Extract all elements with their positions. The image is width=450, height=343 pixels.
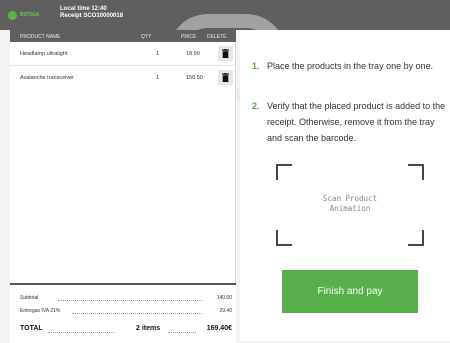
local-time: Local time 12:40 <box>60 6 107 12</box>
logo-mark <box>8 10 17 20</box>
item-name: Avalanche transceiver <box>20 75 75 81</box>
step-number: 2. <box>252 101 260 111</box>
column-qty: QTY <box>141 34 152 40</box>
store-logo: BOTIGA <box>8 9 48 21</box>
receipt-column-header: PRODUCT NAME QTY PRICE DELETE <box>10 30 236 42</box>
dotted-leader <box>72 313 202 314</box>
instruction-step: 2. Verify that the placed product is add… <box>252 98 448 162</box>
instructions-panel: 1. Place the products in the tray one by… <box>240 30 450 341</box>
receipt-number: Receipt SCO10000018 <box>60 13 124 19</box>
tax-label: Entregas IVA 21% <box>20 308 61 314</box>
dotted-leader <box>168 332 196 333</box>
subtotal-label: Subtotal <box>20 295 39 301</box>
subtotal-value: 140.00 <box>216 295 232 301</box>
total-line: TOTAL 2 items 169.40€ <box>20 325 232 335</box>
item-qty: 1 <box>156 75 160 81</box>
item-qty: 1 <box>156 51 160 57</box>
scan-placeholder-text: Scan Product Animation <box>276 194 424 214</box>
header-info: Local time 12:40 Receipt SCO10000018 <box>60 6 123 20</box>
total-count: 2 items <box>136 325 161 332</box>
item-price: 150.50 <box>186 75 203 81</box>
top-bar: BOTIGA Local time 12:40 Receipt SCO10000… <box>0 0 450 102</box>
finish-and-pay-button[interactable]: Finish and pay <box>282 270 418 313</box>
logo-text: BOTIGA <box>20 11 40 18</box>
receipt-summary: Subtotal 140.00 Entregas IVA 21% 29.40 T… <box>10 283 236 343</box>
list-item: Avalanche transceiver 1 150.50 <box>10 66 236 89</box>
frame-corner <box>276 164 292 180</box>
list-item: Headlamp ultralight 1 18.90 <box>10 42 236 65</box>
dotted-leader <box>58 300 202 301</box>
frame-corner <box>408 230 424 246</box>
trash-icon <box>222 73 229 82</box>
trash-icon <box>222 49 229 58</box>
instruction-step: 1. Place the products in the tray one by… <box>252 58 448 92</box>
total-value: 169.40€ <box>206 325 232 332</box>
column-price: PRICE <box>181 34 197 40</box>
step-text: Place the products in the tray one by on… <box>267 61 434 71</box>
tax-value: 29.40 <box>219 308 232 314</box>
frame-corner <box>408 164 424 180</box>
scan-text-line: Scan Product <box>322 194 378 203</box>
step-text: Verify that the placed product is added … <box>267 101 446 143</box>
item-price: 18.90 <box>186 51 200 57</box>
subtotal-line: Subtotal 140.00 <box>20 295 232 304</box>
tax-line: Entregas IVA 21% 29.40 <box>20 308 232 317</box>
step-number: 1. <box>252 61 260 71</box>
frame-corner <box>276 230 292 246</box>
scan-animation-frame: Scan Product Animation <box>276 164 424 246</box>
delete-item-button[interactable] <box>218 70 233 85</box>
item-name: Headlamp ultralight <box>20 51 68 57</box>
column-product-name: PRODUCT NAME <box>20 34 61 40</box>
delete-item-button[interactable] <box>218 46 233 61</box>
total-label: TOTAL <box>20 325 43 332</box>
dotted-leader <box>48 332 114 333</box>
column-delete: DELETE <box>207 34 227 40</box>
receipt-items: Headlamp ultralight 1 18.90 Avalanche tr… <box>10 42 236 312</box>
scan-text-line: Animation <box>329 204 371 213</box>
